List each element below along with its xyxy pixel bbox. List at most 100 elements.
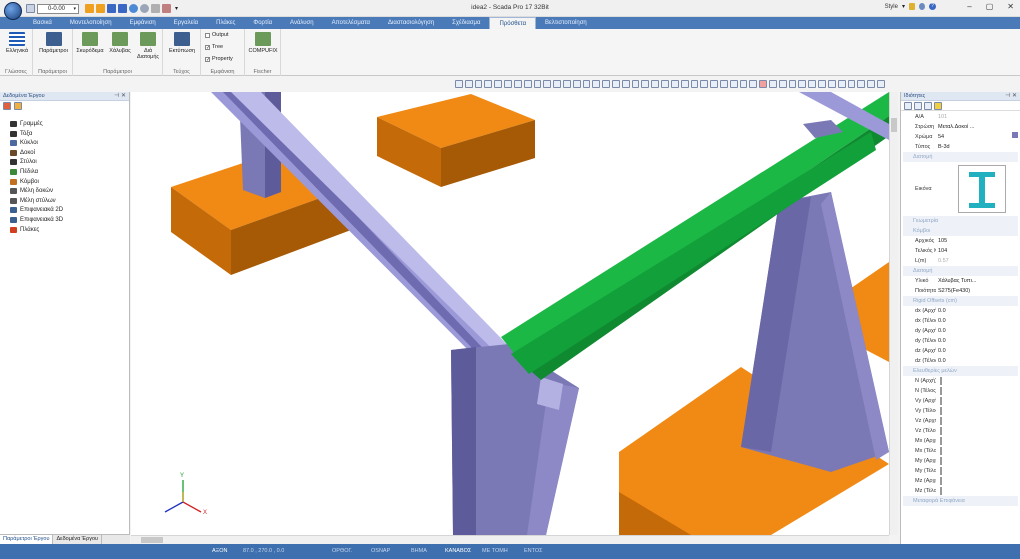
lightning-icon[interactable]	[934, 102, 942, 110]
tool-button-icon[interactable]	[690, 80, 699, 88]
property-section[interactable]: Διατομή	[903, 266, 1018, 276]
property-row[interactable]: Υλικό Χάλυβας Τυπι...	[903, 276, 1018, 286]
tool-button-icon[interactable]	[602, 80, 610, 88]
tab-0[interactable]: Βασικά	[24, 17, 61, 29]
viewport-vertical-scrollbar[interactable]	[889, 92, 898, 535]
tool-button-icon[interactable]	[700, 80, 709, 88]
property-row[interactable]: Mx (Αρχή)	[903, 436, 1018, 446]
tree-item[interactable]: Τόξα	[10, 130, 32, 137]
property-value[interactable]: 0.57	[936, 256, 1018, 266]
section-button[interactable]: Διά Διατομής	[135, 32, 161, 60]
tool-button-icon[interactable]	[729, 80, 738, 88]
property-value[interactable]: 0.0	[936, 326, 1018, 336]
tool-button-icon[interactable]	[484, 80, 493, 88]
property-section[interactable]: Ελευθερίες μελών	[903, 366, 1018, 376]
tool-button-icon[interactable]	[847, 80, 856, 88]
property-value[interactable]: 104	[936, 246, 1018, 256]
property-value[interactable]: Χάλυβας Τυπι...	[936, 276, 1018, 286]
property-row[interactable]: My (Τέλος)	[903, 466, 1018, 476]
property-checkbox[interactable]	[940, 487, 942, 495]
tool-button-icon[interactable]	[818, 80, 826, 88]
property-value[interactable]: 0.0	[936, 346, 1018, 356]
tab-project-data[interactable]: Δεδομένα Έργου	[53, 535, 103, 544]
property-row[interactable]: dy (Τέλος)0.0	[903, 336, 1018, 346]
property-checkbox[interactable]	[940, 377, 942, 385]
property-section[interactable]: Διατομή	[903, 152, 1018, 162]
help-icon[interactable]: ?	[929, 3, 936, 10]
property-section[interactable]: Μεταφορά Επιφάνεια	[903, 496, 1018, 506]
property-value[interactable]	[936, 486, 1018, 496]
footing-top[interactable]	[377, 94, 535, 187]
lock-icon[interactable]	[909, 3, 915, 10]
property-row[interactable]: Α/Α 101	[903, 112, 1018, 122]
status-item[interactable]: ΚΑΝΑΒΟΣ	[445, 548, 471, 554]
tool-button-icon[interactable]	[464, 80, 473, 88]
property-value[interactable]: Μεταλ.Δοκοί ...	[936, 122, 1018, 132]
tool-button-icon[interactable]	[778, 80, 787, 88]
tree-item[interactable]: Κύκλοι	[10, 140, 38, 147]
panel-pin-close[interactable]: ⊣ ✕	[114, 92, 126, 101]
scroll-thumb[interactable]	[141, 537, 163, 543]
status-item[interactable]: ΒΗΜΑ	[411, 548, 427, 554]
tool-button-icon[interactable]	[533, 80, 542, 88]
property-value[interactable]: 0.0	[936, 316, 1018, 326]
tree-checkbox[interactable]: ✓ Tree	[205, 44, 223, 50]
property-value[interactable]: 105	[936, 236, 1018, 246]
tool-button-icon[interactable]	[523, 80, 532, 88]
property-checkbox[interactable]	[940, 467, 942, 475]
tree-item[interactable]: Στύλοι	[10, 159, 37, 166]
property-value[interactable]: S275(Fe430)	[936, 286, 1018, 296]
greek-button[interactable]: Ελληνικά	[3, 32, 31, 54]
print-button[interactable]: Εκτύπωση	[166, 32, 198, 54]
property-row[interactable]: Mz (Τέλος)	[903, 486, 1018, 496]
tree-item[interactable]: Μέλη δοκών	[10, 188, 53, 195]
property-row[interactable]: L(m) 0.57	[903, 256, 1018, 266]
tab-6[interactable]: Ανάλυση	[281, 17, 323, 29]
property-value[interactable]	[936, 416, 1018, 426]
tool-button-icon[interactable]	[827, 80, 836, 88]
tool-button-icon[interactable]	[562, 80, 571, 88]
property-row[interactable]: dx (Αρχή)0.0	[903, 306, 1018, 316]
property-value[interactable]	[936, 426, 1018, 436]
tree-item[interactable]: Γραμμές	[10, 121, 43, 127]
tool-button-icon[interactable]	[710, 80, 718, 88]
tool-button-icon[interactable]	[621, 80, 630, 88]
property-value[interactable]	[936, 406, 1018, 416]
tool-button-icon[interactable]	[455, 80, 463, 88]
tool-button-icon[interactable]	[661, 80, 669, 88]
property-row[interactable]: Ποιότητα S275(Fe430)	[903, 286, 1018, 296]
property-row[interactable]: dz (Αρχή)0.0	[903, 346, 1018, 356]
output-checkbox[interactable]: Output	[205, 32, 229, 38]
viewport-horizontal-scrollbar[interactable]	[131, 535, 889, 544]
tool-button-icon[interactable]	[798, 80, 807, 88]
tool-button-icon[interactable]	[739, 80, 748, 88]
tool-button-icon[interactable]	[494, 80, 503, 88]
column-front[interactable]	[451, 344, 579, 535]
property-checkbox[interactable]	[940, 437, 942, 445]
property-row[interactable]: dz (Τέλος)0.0	[903, 356, 1018, 366]
app-logo[interactable]	[4, 2, 22, 20]
close-icon[interactable]: ✕	[1007, 2, 1014, 11]
tab-5[interactable]: Φορτία	[244, 17, 281, 29]
tool-button-icon[interactable]	[641, 80, 650, 88]
property-checkbox[interactable]	[940, 457, 942, 465]
user-icon[interactable]	[919, 3, 925, 10]
tool-button-icon[interactable]	[759, 80, 767, 88]
property-row[interactable]: Χρώμα 54	[903, 132, 1018, 142]
property-value[interactable]	[936, 396, 1018, 406]
tree-item[interactable]: Επιφανειακά 2D	[10, 207, 63, 214]
property-row[interactable]: Τύπος B-3d	[903, 142, 1018, 152]
sort-icon[interactable]	[904, 102, 912, 110]
tab-7[interactable]: Αποτελέσματα	[323, 17, 379, 29]
property-value[interactable]: 0.0	[936, 336, 1018, 346]
settings-icon[interactable]	[14, 102, 22, 110]
property-checkbox[interactable]	[940, 397, 942, 405]
parameters-button[interactable]: Παράμετροι	[36, 32, 71, 54]
property-value[interactable]: 101	[936, 112, 1018, 122]
property-value[interactable]	[936, 446, 1018, 456]
property-checkbox[interactable]	[940, 417, 942, 425]
tree-item[interactable]: Πλάκες	[10, 226, 39, 233]
tool-button-icon[interactable]	[788, 80, 797, 88]
status-item[interactable]: ΜΕ ΤΟΜΗ	[482, 548, 508, 554]
tool-button-icon[interactable]	[808, 80, 817, 88]
